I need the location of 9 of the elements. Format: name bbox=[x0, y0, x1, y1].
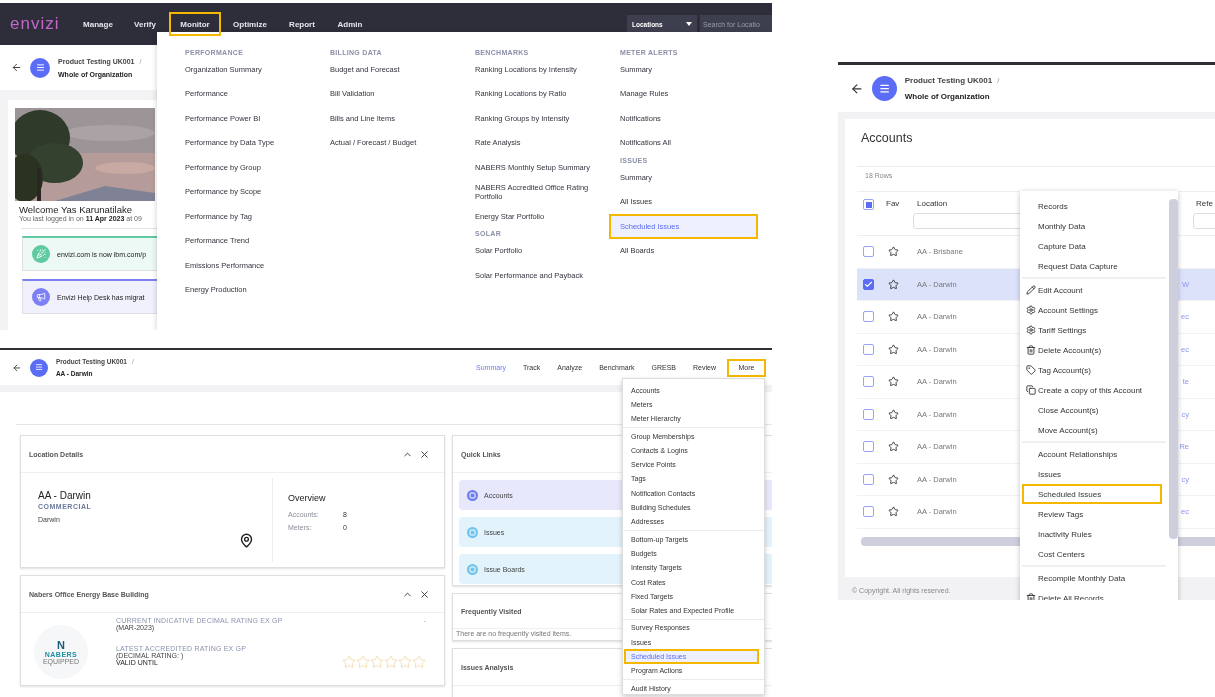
location-name: AA - Darwin bbox=[38, 490, 92, 501]
logo: envizi bbox=[10, 14, 61, 34]
column-header: Refe bbox=[1195, 199, 1214, 208]
overview-title: Overview bbox=[288, 493, 327, 503]
welcome-title: Welcome Yas Karunatilake bbox=[19, 204, 132, 215]
breadcrumb-separator: / bbox=[997, 76, 1000, 85]
breadcrumb-current: Whole of Organization bbox=[904, 92, 991, 101]
column-header: Fav bbox=[885, 199, 901, 208]
page-title: Accounts bbox=[857, 119, 1215, 167]
